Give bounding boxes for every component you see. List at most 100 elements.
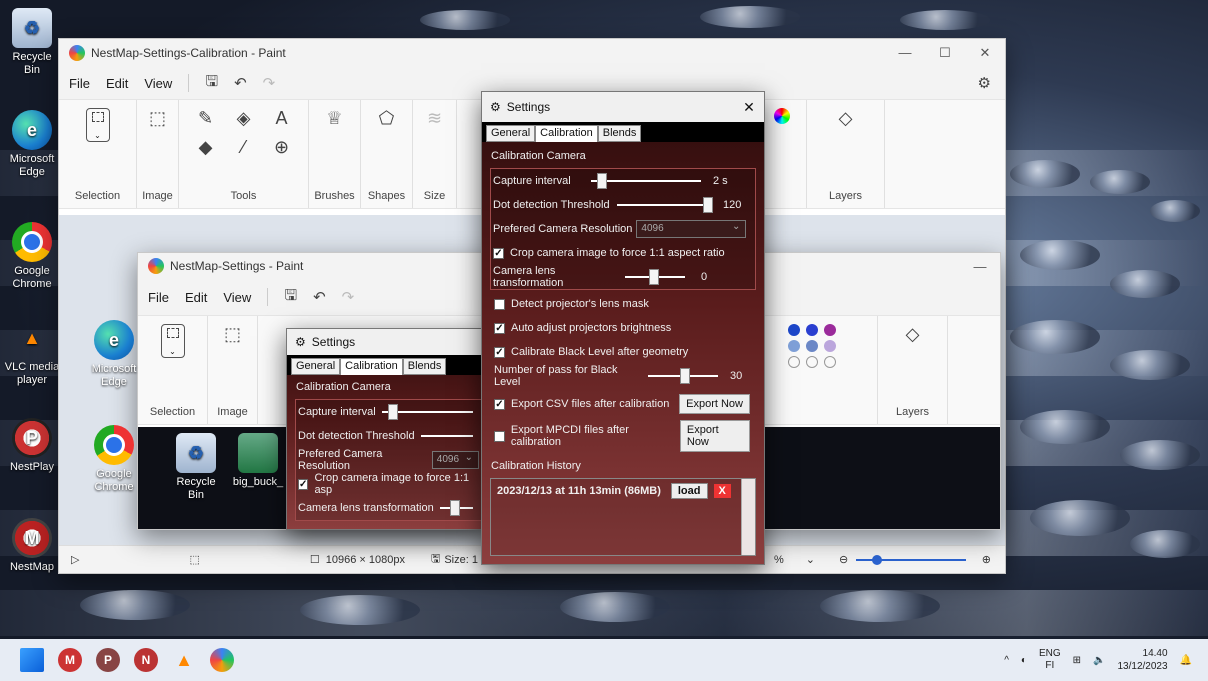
ribbon-group-layers[interactable]: ◇ Layers [878, 316, 948, 424]
recycle-bin-icon: ♻ [176, 433, 216, 473]
desktop-icon-recycle-bin[interactable]: ♻ Recycle Bin [4, 8, 60, 77]
zoom-slider-thumb[interactable] [872, 554, 883, 565]
ribbon-group-size[interactable]: ≋ Size [413, 100, 457, 208]
menu-file[interactable]: File [69, 76, 90, 91]
tab-blends[interactable]: Blends [402, 358, 447, 375]
zoom-dropdown-icon[interactable]: ⌄ [806, 553, 815, 566]
menu-view[interactable]: View [223, 290, 251, 305]
clock[interactable]: 14.40 13/12/2023 [1117, 647, 1167, 673]
projector-mask-checkbox[interactable] [494, 298, 505, 310]
tab-calibration[interactable]: Calibration [535, 125, 598, 142]
crop-checkbox[interactable]: ✓ [493, 247, 504, 259]
undo-icon[interactable]: ↶ [234, 74, 247, 92]
menu-view[interactable]: View [144, 76, 172, 91]
redo-icon[interactable]: ↷ [263, 74, 276, 92]
zoom-slider[interactable] [856, 554, 967, 565]
ribbon-group-image[interactable]: ⬚ Image [137, 100, 179, 208]
color-swatch[interactable] [823, 324, 836, 336]
eraser-icon[interactable]: ◆ [191, 137, 221, 158]
tab-general[interactable]: General [486, 125, 536, 142]
ribbon-group-shapes[interactable]: ⬠ Shapes [361, 100, 413, 208]
black-passes-row: Number of pass for Black Level 30 [494, 364, 743, 388]
magnifier-icon[interactable]: ⊕ [267, 137, 297, 158]
history-scrollbar[interactable] [741, 479, 755, 555]
resolution-dropdown[interactable]: 4096 [636, 220, 747, 238]
color-swatch-empty[interactable] [805, 356, 818, 368]
color-swatch[interactable] [787, 340, 800, 352]
text-icon[interactable]: A [267, 108, 297, 129]
export-csv-checkbox[interactable]: ✓ [494, 398, 505, 410]
speaker-icon[interactable]: 🔈 [1093, 655, 1105, 666]
image-crop-icon: ⬚ [223, 324, 241, 344]
redo-icon[interactable]: ↷ [342, 288, 355, 306]
notification-icon[interactable]: 🔔 [1180, 655, 1192, 666]
start-windows-icon[interactable] [20, 648, 44, 672]
fill-icon[interactable]: ◈ [229, 108, 259, 129]
ribbon-group-layers[interactable]: ◇ Layers [807, 100, 885, 208]
color-picker-icon[interactable]: ⁄ [229, 137, 259, 158]
history-item[interactable]: 2023/12/13 at 11h 13min (86MB) load X [491, 479, 755, 503]
paint-taskbar-icon[interactable] [210, 648, 234, 672]
nestplay-taskbar-icon[interactable]: P [96, 648, 120, 672]
crop-checkbox[interactable]: ✓ [298, 478, 309, 490]
zoom-out-icon[interactable]: ⊖ [839, 553, 848, 566]
delete-button[interactable]: X [713, 484, 731, 498]
color-swatch[interactable] [787, 324, 800, 336]
export-csv-button[interactable]: Export Now [679, 394, 750, 414]
ribbon-group-image[interactable]: ⬚ Image [208, 316, 258, 424]
close-button[interactable]: ✕ [965, 45, 1005, 61]
export-mpcdi-button[interactable]: Export Now [679, 420, 750, 452]
tab-calibration[interactable]: Calibration [340, 358, 403, 375]
close-icon[interactable]: ✕ [734, 99, 764, 116]
save-icon[interactable]: 🖫 [284, 285, 297, 310]
tray-app-icon[interactable]: ◐ [1021, 655, 1027, 666]
black-passes-slider[interactable] [648, 368, 718, 384]
color-swatch-empty[interactable] [787, 356, 800, 368]
ribbon-group-brushes[interactable]: ♕ Brushes [309, 100, 361, 208]
menu-file[interactable]: File [148, 290, 169, 305]
ribbon-group-selection[interactable]: ⌄ Selection [59, 100, 137, 208]
slider-thumb[interactable] [597, 173, 607, 189]
slider-thumb[interactable] [680, 368, 690, 384]
color-swatch-empty[interactable] [823, 356, 836, 368]
export-mpcdi-checkbox[interactable] [494, 430, 505, 442]
zoom-in-icon[interactable]: ⊕ [982, 553, 991, 566]
network-icon[interactable]: ⊞ [1073, 655, 1081, 666]
ribbon-group-selection[interactable]: ⌄ Selection [138, 316, 208, 424]
load-button[interactable]: load [670, 483, 708, 499]
color-swatch[interactable] [805, 324, 818, 336]
nestmap-taskbar-icon[interactable]: M [58, 648, 82, 672]
minimize-button[interactable]: — [960, 259, 1000, 274]
canvas-icon-edge: e Microsoft Edge [86, 320, 142, 389]
tab-general[interactable]: General [291, 358, 341, 375]
slider-thumb[interactable] [703, 197, 713, 213]
desktop-icon-nestplay[interactable]: P NestPlay [4, 418, 60, 474]
undo-icon[interactable]: ↶ [313, 288, 326, 306]
desktop-icon-nestmap[interactable]: M NestMap [4, 518, 60, 574]
menu-edit[interactable]: Edit [185, 290, 207, 305]
desktop-icon-vlc[interactable]: ▲ VLC media player [4, 318, 60, 387]
chevron-up-icon[interactable]: ^ [1004, 655, 1009, 666]
desktop-icon-chrome[interactable]: Google Chrome [4, 222, 60, 291]
black-level-checkbox[interactable]: ✓ [494, 346, 505, 358]
pencil-icon[interactable]: ✎ [191, 108, 221, 129]
maximize-button[interactable]: ☐ [925, 45, 965, 61]
settings-gear-icon[interactable]: ⚙ [978, 74, 991, 92]
color-swatch[interactable] [823, 340, 836, 352]
auto-brightness-checkbox[interactable]: ✓ [494, 322, 505, 334]
capture-interval-slider[interactable] [591, 173, 701, 189]
lens-slider[interactable] [625, 269, 685, 285]
color-swatch[interactable] [805, 340, 818, 352]
slider-thumb[interactable] [649, 269, 659, 285]
tab-blends[interactable]: Blends [597, 125, 642, 142]
language-indicator[interactable]: ENG FI [1039, 648, 1061, 672]
vlc-taskbar-icon[interactable]: ▲ [172, 648, 196, 672]
paint-front-title: NestMap-Settings - Paint [170, 259, 304, 273]
dot-threshold-slider[interactable] [617, 197, 713, 213]
minimize-button[interactable]: — [885, 45, 925, 61]
save-icon[interactable]: 🖫 [205, 71, 218, 96]
menu-edit[interactable]: Edit [106, 76, 128, 91]
zoom-level[interactable]: % [774, 554, 784, 566]
n-app-taskbar-icon[interactable]: N [134, 648, 158, 672]
desktop-icon-edge[interactable]: e Microsoft Edge [4, 110, 60, 179]
